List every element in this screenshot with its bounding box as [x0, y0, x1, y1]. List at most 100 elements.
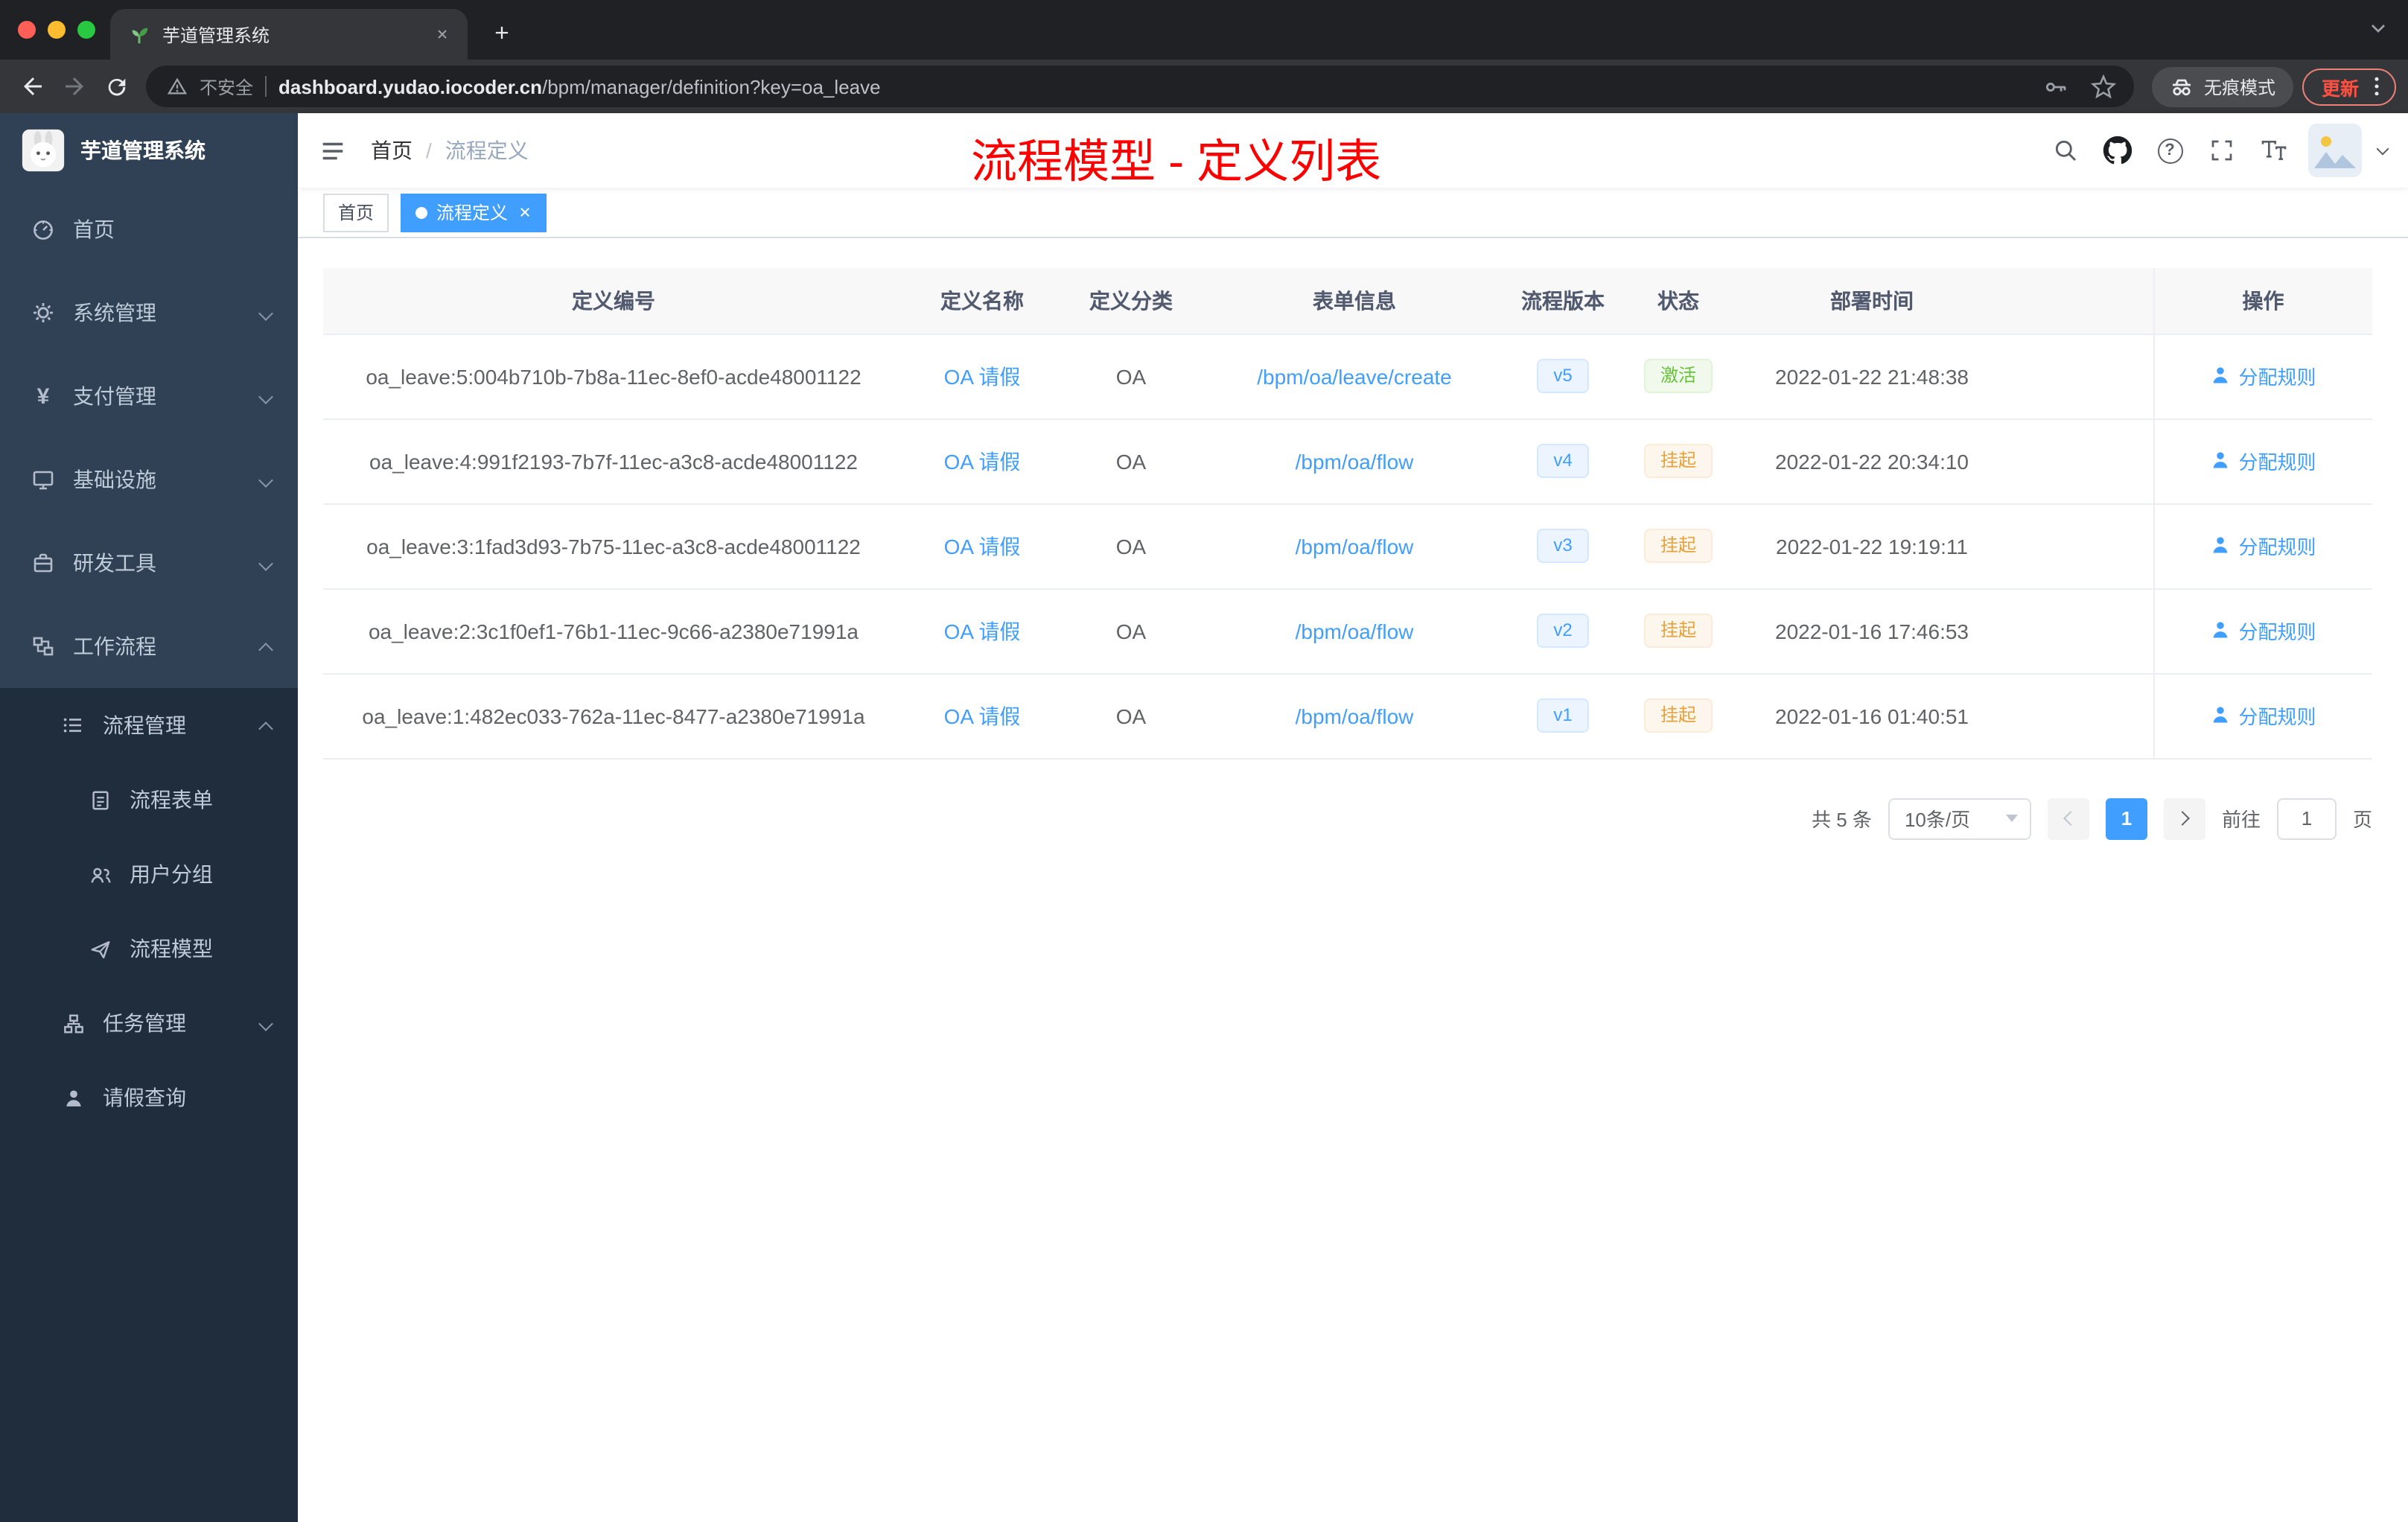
app-frame: 芋道管理系统 首页 系统管理 ¥ 支付管理 基础设施 研发工具 工作流程 流程管… [0, 113, 2408, 1522]
status-badge: 激活 [1643, 359, 1713, 393]
incognito-icon [2170, 74, 2194, 98]
password-key-icon[interactable] [2039, 69, 2074, 104]
definition-name-link[interactable]: OA 请假 [944, 619, 1021, 643]
page-size-select[interactable]: 10条/页 [1888, 797, 2031, 839]
forward-button[interactable] [54, 66, 95, 107]
prev-page-button[interactable] [2047, 797, 2089, 839]
search-icon[interactable] [2048, 131, 2083, 170]
sidebar-item-system-management[interactable]: 系统管理 [0, 271, 298, 354]
definition-name-link[interactable]: OA 请假 [944, 534, 1021, 558]
tag-process-definition[interactable]: 流程定义 [401, 193, 547, 232]
bookmark-star-icon[interactable] [2086, 69, 2122, 104]
help-icon[interactable]: ? [2152, 131, 2188, 170]
browser-tab[interactable]: 芋道管理系统 [110, 9, 468, 60]
sidebar-item-workflow[interactable]: 工作流程 [0, 605, 298, 688]
current-page-button[interactable]: 1 [2105, 797, 2147, 839]
font-size-icon[interactable] [2256, 131, 2292, 170]
assign-rule-link[interactable]: 分配规则 [2210, 617, 2316, 645]
back-button[interactable] [12, 66, 54, 107]
column-status: 状态 [1619, 268, 1738, 334]
cell-version: v4 [1507, 418, 1619, 504]
address-bar[interactable]: 不安全 dashboard.yudao.iocoder.cn/bpm/manag… [146, 66, 2134, 107]
definition-name-link[interactable]: OA 请假 [944, 449, 1021, 473]
assign-rule-link[interactable]: 分配规则 [2210, 701, 2316, 730]
tab-search-chevron-icon[interactable] [2366, 16, 2390, 48]
browser-toolbar: 不安全 dashboard.yudao.iocoder.cn/bpm/manag… [0, 60, 2408, 113]
reload-button[interactable] [95, 66, 137, 107]
main-area: 首页 / 流程定义 流程模型 - 定义列表 ? 首页 流程定义 定义编号 定义名… [298, 113, 2408, 1522]
cell-version: v1 [1507, 673, 1619, 759]
assign-rule-link[interactable]: 分配规则 [2210, 532, 2316, 560]
tag-close-icon[interactable] [518, 206, 532, 219]
minimize-window-button[interactable] [48, 21, 66, 39]
kebab-menu-icon[interactable] [2363, 73, 2390, 100]
gear-icon [30, 301, 57, 325]
incognito-badge: 无痕模式 [2151, 66, 2293, 106]
new-tab-button[interactable] [482, 13, 521, 52]
user-avatar[interactable] [2308, 124, 2362, 177]
next-page-button[interactable] [2163, 797, 2205, 839]
sidebar-item-label: 首页 [73, 217, 115, 241]
sidebar: 芋道管理系统 首页 系统管理 ¥ 支付管理 基础设施 研发工具 工作流程 流程管… [0, 113, 298, 1522]
definition-name-link[interactable]: OA 请假 [944, 704, 1021, 727]
form-link[interactable]: /bpm/oa/flow [1296, 534, 1414, 558]
breadcrumb-separator: / [426, 138, 432, 162]
briefcase-icon [30, 551, 57, 575]
cell-actions: 分配规则 [2153, 588, 2372, 674]
breadcrumb-home[interactable]: 首页 [371, 136, 413, 165]
sidebar-item-payment-management[interactable]: ¥ 支付管理 [0, 354, 298, 438]
cell-spacer [2006, 418, 2153, 504]
sidebar-item-label: 请假查询 [103, 1086, 186, 1109]
sidebar-item-user-group[interactable]: 用户分组 [0, 837, 298, 911]
security-label[interactable]: 不安全 [200, 74, 253, 99]
cell-status: 挂起 [1619, 418, 1738, 504]
org-chart-icon [60, 1012, 86, 1034]
cell-definition-id: oa_leave:4:991f2193-7b7f-11ec-a3c8-acde4… [323, 418, 904, 504]
definition-name-link[interactable]: OA 请假 [944, 364, 1021, 388]
yen-icon: ¥ [36, 383, 50, 409]
url-path: /bpm/manager/definition?key=oa_leave [542, 75, 881, 98]
browser-update-button[interactable]: 更新 [2302, 68, 2396, 105]
sidebar-item-task-management[interactable]: 任务管理 [0, 986, 298, 1060]
goto-label: 前往 [2221, 809, 2261, 831]
sidebar-item-label: 支付管理 [73, 384, 156, 408]
tag-home[interactable]: 首页 [323, 193, 389, 232]
form-link[interactable]: /bpm/oa/leave/create [1257, 364, 1452, 388]
sidebar-item-leave-query[interactable]: 请假查询 [0, 1060, 298, 1135]
cell-actions: 分配规则 [2153, 334, 2372, 419]
tab-close-icon[interactable] [429, 21, 456, 48]
sidebar-item-infrastructure[interactable]: 基础设施 [0, 438, 298, 521]
sidebar-item-label: 用户分组 [130, 862, 213, 886]
table-row: oa_leave:5:004b710b-7b8a-11ec-8ef0-acde4… [323, 334, 2372, 419]
status-badge: 挂起 [1643, 529, 1713, 563]
form-link[interactable]: /bpm/oa/flow [1296, 704, 1414, 727]
sidebar-item-process-model[interactable]: 流程模型 [0, 911, 298, 986]
cell-category: OA [1060, 418, 1202, 504]
fullscreen-icon[interactable] [2204, 131, 2240, 170]
cell-form-info: /bpm/oa/flow [1202, 418, 1507, 504]
form-link[interactable]: /bpm/oa/flow [1296, 619, 1414, 643]
form-link[interactable]: /bpm/oa/flow [1296, 449, 1414, 473]
hamburger-icon[interactable] [319, 136, 347, 165]
sidebar-item-process-form[interactable]: 流程表单 [0, 762, 298, 837]
sidebar-item-dev-tools[interactable]: 研发工具 [0, 521, 298, 605]
table-row: oa_leave:3:1fad3d93-7b75-11ec-a3c8-acde4… [323, 503, 2372, 589]
cell-deploy-time: 2022-01-16 17:46:53 [1738, 588, 2006, 674]
sidebar-item-process-management[interactable]: 流程管理 [0, 688, 298, 762]
sidebar-item-home[interactable]: 首页 [0, 188, 298, 271]
goto-page-input[interactable] [2276, 797, 2337, 839]
maximize-window-button[interactable] [77, 21, 95, 39]
cell-category: OA [1060, 334, 1202, 419]
assign-rule-link[interactable]: 分配规则 [2210, 447, 2316, 475]
close-window-button[interactable] [18, 21, 36, 39]
avatar-caret-icon[interactable] [2376, 141, 2389, 155]
github-icon[interactable] [2100, 131, 2135, 170]
cell-status: 挂起 [1619, 503, 1738, 589]
assign-rule-link[interactable]: 分配规则 [2210, 362, 2316, 390]
app-logo[interactable]: 芋道管理系统 [0, 113, 298, 188]
chevron-up-icon [258, 638, 273, 657]
cell-category: OA [1060, 673, 1202, 759]
status-badge: 挂起 [1643, 698, 1713, 733]
omnibox-divider [265, 76, 267, 97]
cell-deploy-time: 2022-01-22 21:48:38 [1738, 334, 2006, 419]
